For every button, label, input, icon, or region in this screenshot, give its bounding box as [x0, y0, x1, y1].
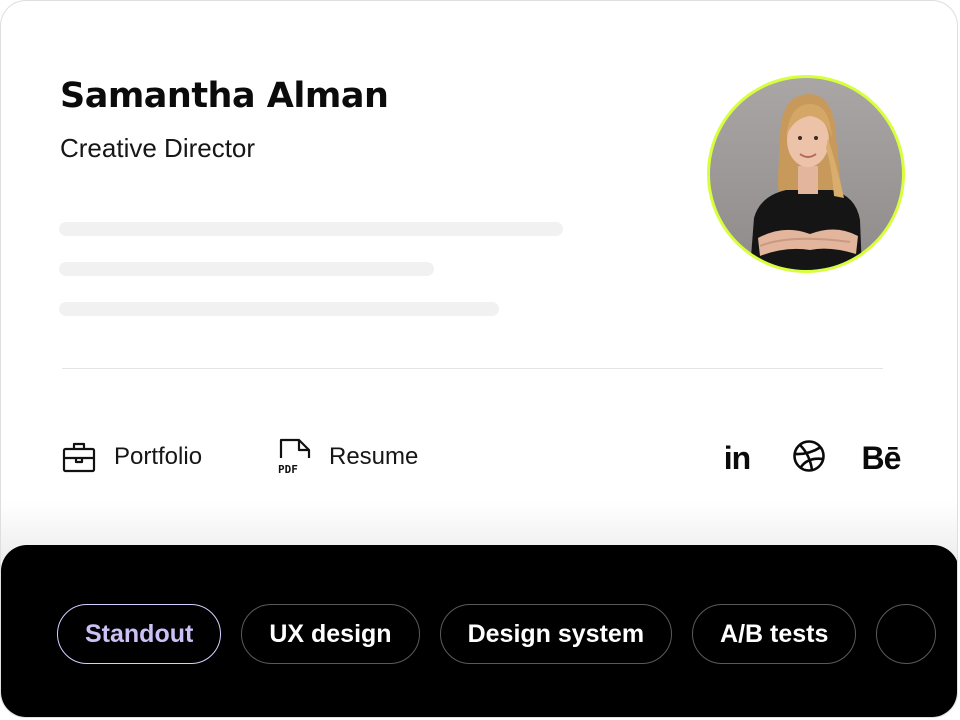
skeleton-line-2 — [59, 262, 434, 276]
tag-overflow[interactable] — [876, 604, 937, 664]
portfolio-link[interactable]: Portfolio — [62, 437, 202, 477]
behance-icon: Bē — [861, 440, 902, 476]
profile-card: Samantha Alman Creative Director Portfol… — [0, 0, 958, 718]
dribbble-link[interactable] — [790, 437, 828, 479]
tag-ux-design[interactable]: UX design — [241, 604, 420, 664]
tag-bar: Standout UX design Design system A/B tes… — [1, 545, 957, 717]
tag-list: Standout UX design Design system A/B tes… — [57, 604, 937, 664]
section-divider — [62, 368, 883, 369]
portfolio-label: Portfolio — [114, 443, 203, 470]
dribbble-icon — [792, 439, 826, 478]
profile-role: Creative Director — [60, 133, 256, 163]
tag-design-system[interactable]: Design system — [439, 604, 673, 664]
profile-name: Samantha Alman — [60, 76, 389, 116]
tag-standout[interactable]: Standout — [57, 604, 222, 664]
avatar-photo — [710, 78, 902, 270]
pdf-file-icon: PDF — [277, 438, 311, 476]
skeleton-line-1 — [59, 222, 563, 236]
pdf-icon-text: PDF — [278, 463, 298, 476]
resume-link[interactable]: PDF Resume — [277, 437, 418, 477]
skeleton-line-3 — [59, 302, 499, 316]
behance-link[interactable]: Bē — [857, 437, 905, 479]
briefcase-icon — [62, 440, 96, 474]
tag-ab-tests[interactable]: A/B tests — [692, 604, 857, 664]
avatar — [707, 75, 905, 273]
linkedin-link[interactable]: in — [717, 437, 757, 479]
resume-label: Resume — [329, 443, 419, 470]
linkedin-icon: in — [723, 440, 751, 476]
